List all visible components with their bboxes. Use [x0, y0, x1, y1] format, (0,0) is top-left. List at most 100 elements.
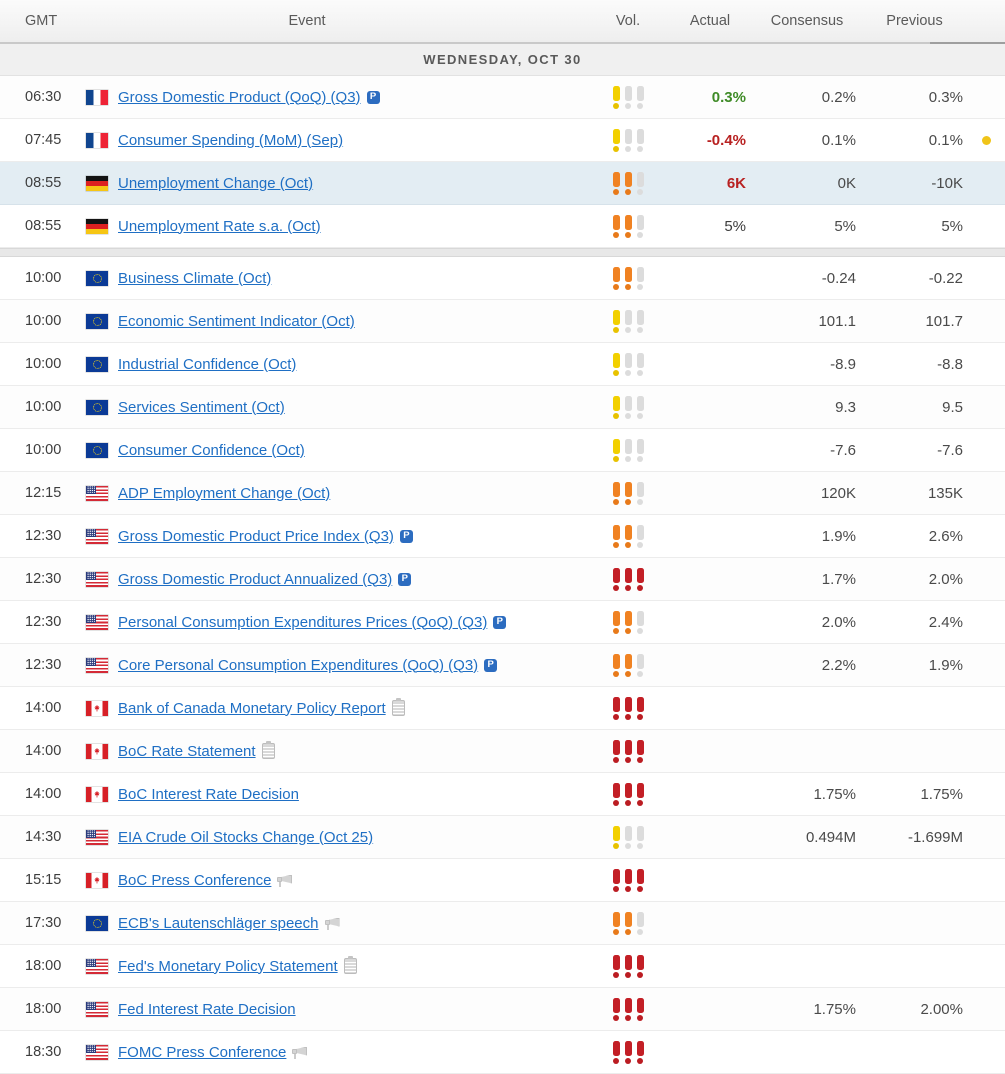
- consensus-value: -7.6: [830, 441, 856, 459]
- bang-stem: [612, 352, 620, 368]
- bang-stem: [624, 825, 632, 841]
- megaphone-icon[interactable]: [324, 917, 341, 930]
- event-cell: EIA Crude Oil Stocks Change (Oct 25): [118, 829, 588, 846]
- event-link[interactable]: Consumer Spending (MoM) (Sep): [118, 132, 343, 149]
- bang-stem: [612, 438, 620, 454]
- flag-united-states-icon: [86, 1044, 108, 1060]
- table-row[interactable]: 10:00 Business Climate (Oct) -0.24 -0.22: [0, 257, 1005, 300]
- event-link[interactable]: Fed's Monetary Policy Statement: [118, 958, 338, 975]
- table-row[interactable]: 18:00 Fed Interest Rate Decision 1.75% 2.00…: [0, 988, 1005, 1031]
- event-link[interactable]: Gross Domestic Product Price Index (Q3): [118, 528, 394, 545]
- column-header-event[interactable]: Event: [86, 13, 588, 29]
- volatility-indicator: [612, 128, 644, 152]
- table-row[interactable]: 15:15 BoC Press Conference: [0, 859, 1005, 902]
- bang-stem: [636, 997, 644, 1013]
- table-row[interactable]: 12:30 Gross Domestic Product Annualized (…: [0, 558, 1005, 601]
- document-icon[interactable]: [261, 741, 275, 759]
- table-row[interactable]: 18:00 Fed's Monetary Policy Statement: [0, 945, 1005, 988]
- table-row[interactable]: 12:15 ADP Employment Change (Oct) 120K 135K: [0, 472, 1005, 515]
- table-row[interactable]: 10:00 Economic Sentiment Indicator (Oct) 1…: [0, 300, 1005, 343]
- volatility-cell: [588, 954, 668, 978]
- event-link[interactable]: Bank of Canada Monetary Policy Report: [118, 700, 386, 717]
- document-icon[interactable]: [343, 956, 357, 974]
- bang-dot: [625, 326, 631, 333]
- event-link[interactable]: BoC Press Conference: [118, 872, 271, 889]
- table-row[interactable]: 14:30 EIA Crude Oil Stocks Change (Oct 25…: [0, 816, 1005, 859]
- event-cell: BoC Interest Rate Decision: [118, 786, 588, 803]
- event-link[interactable]: Services Sentiment (Oct): [118, 399, 285, 416]
- event-link[interactable]: Consumer Confidence (Oct): [118, 442, 305, 459]
- previous-value: 1.75%: [920, 785, 963, 803]
- preliminary-badge[interactable]: P: [484, 658, 498, 672]
- event-link[interactable]: Fed Interest Rate Decision: [118, 1001, 296, 1018]
- table-row[interactable]: 12:30 Core Personal Consumption Expenditu…: [0, 644, 1005, 687]
- table-row[interactable]: 12:30 Gross Domestic Product Price Index …: [0, 515, 1005, 558]
- bang-stem: [612, 911, 620, 927]
- table-row[interactable]: 14:00 BoC Interest Rate Decision 1.75% 1.75…: [0, 773, 1005, 816]
- volatility-cell: [588, 825, 668, 849]
- event-link[interactable]: Gross Domestic Product Annualized (Q3): [118, 571, 392, 588]
- bang-dot: [637, 102, 643, 109]
- event-link[interactable]: Personal Consumption Expenditures Prices…: [118, 614, 487, 631]
- event-link[interactable]: Unemployment Rate s.a. (Oct): [118, 218, 321, 235]
- bang-dot: [637, 799, 643, 806]
- table-row[interactable]: 08:55 Unemployment Rate s.a. (Oct) 5% 5% 5%: [0, 205, 1005, 248]
- megaphone-icon[interactable]: [277, 874, 293, 887]
- event-link[interactable]: ADP Employment Change (Oct): [118, 485, 330, 502]
- column-header-actual[interactable]: Actual: [668, 13, 752, 29]
- column-header-vol[interactable]: Vol.: [588, 13, 668, 29]
- table-row[interactable]: 12:30 Personal Consumption Expenditures P…: [0, 601, 1005, 644]
- country-flag-cell: [86, 270, 118, 286]
- bang-dot: [637, 455, 643, 462]
- volatility-bang-inactive: [636, 438, 644, 462]
- table-row[interactable]: 10:00 Services Sentiment (Oct) 9.3 9.5: [0, 386, 1005, 429]
- megaphone-icon[interactable]: [292, 1046, 308, 1059]
- volatility-bang-active: [612, 395, 620, 419]
- table-row[interactable]: 07:45 Consumer Spending (MoM) (Sep) -0.4% 0…: [0, 119, 1005, 162]
- column-header-gmt[interactable]: GMT: [0, 13, 86, 29]
- bang-dot: [613, 541, 619, 548]
- volatility-bang-inactive: [636, 85, 644, 109]
- volatility-bang-inactive: [636, 128, 644, 152]
- table-row[interactable]: 08:55 Unemployment Change (Oct) 6K 0K -10K: [0, 162, 1005, 205]
- table-row[interactable]: 10:00 Consumer Confidence (Oct) -7.6 -7.6: [0, 429, 1005, 472]
- table-row[interactable]: 14:00 Bank of Canada Monetary Policy Repo…: [0, 687, 1005, 730]
- bang-stem: [636, 610, 644, 626]
- country-flag-cell: [86, 872, 118, 888]
- column-header-previous[interactable]: Previous: [862, 13, 967, 29]
- table-header: GMT Event Vol. Actual Consensus Previous: [0, 0, 1005, 44]
- table-row[interactable]: 17:30 ECB's Lautenschläger speech: [0, 902, 1005, 945]
- document-icon[interactable]: [391, 698, 405, 716]
- event-link[interactable]: EIA Crude Oil Stocks Change (Oct 25): [118, 829, 373, 846]
- preliminary-badge[interactable]: P: [398, 572, 412, 586]
- bang-stem: [636, 524, 644, 540]
- bang-stem: [636, 911, 644, 927]
- table-row[interactable]: 06:30 Gross Domestic Product (QoQ) (Q3) P 0…: [0, 76, 1005, 119]
- event-link[interactable]: Business Climate (Oct): [118, 270, 271, 287]
- table-row[interactable]: 18:30 FOMC Press Conference: [0, 1031, 1005, 1074]
- table-row[interactable]: 14:00 BoC Rate Statement: [0, 730, 1005, 773]
- event-link[interactable]: Core Personal Consumption Expenditures (…: [118, 657, 478, 674]
- bang-dot: [613, 885, 619, 892]
- column-header-consensus[interactable]: Consensus: [752, 13, 862, 29]
- bang-dot: [637, 541, 643, 548]
- volatility-indicator: [612, 171, 644, 195]
- event-link[interactable]: ECB's Lautenschläger speech: [118, 915, 319, 932]
- event-link[interactable]: Gross Domestic Product (QoQ) (Q3): [118, 89, 361, 106]
- volatility-bang-active: [612, 524, 620, 548]
- preliminary-badge[interactable]: P: [399, 529, 413, 543]
- event-link[interactable]: BoC Rate Statement: [118, 743, 256, 760]
- bang-dot: [613, 188, 619, 195]
- preliminary-badge[interactable]: P: [493, 615, 507, 629]
- event-link[interactable]: BoC Interest Rate Decision: [118, 786, 299, 803]
- preliminary-badge[interactable]: P: [366, 90, 380, 104]
- country-flag-cell: [86, 442, 118, 458]
- event-link[interactable]: FOMC Press Conference: [118, 1044, 286, 1061]
- event-link[interactable]: Unemployment Change (Oct): [118, 175, 313, 192]
- table-row[interactable]: 10:00 Industrial Confidence (Oct) -8.9 -8.8: [0, 343, 1005, 386]
- event-link[interactable]: Economic Sentiment Indicator (Oct): [118, 313, 355, 330]
- bang-stem: [636, 567, 644, 583]
- event-link[interactable]: Industrial Confidence (Oct): [118, 356, 296, 373]
- bang-dot: [637, 283, 643, 290]
- bang-dot: [613, 1014, 619, 1021]
